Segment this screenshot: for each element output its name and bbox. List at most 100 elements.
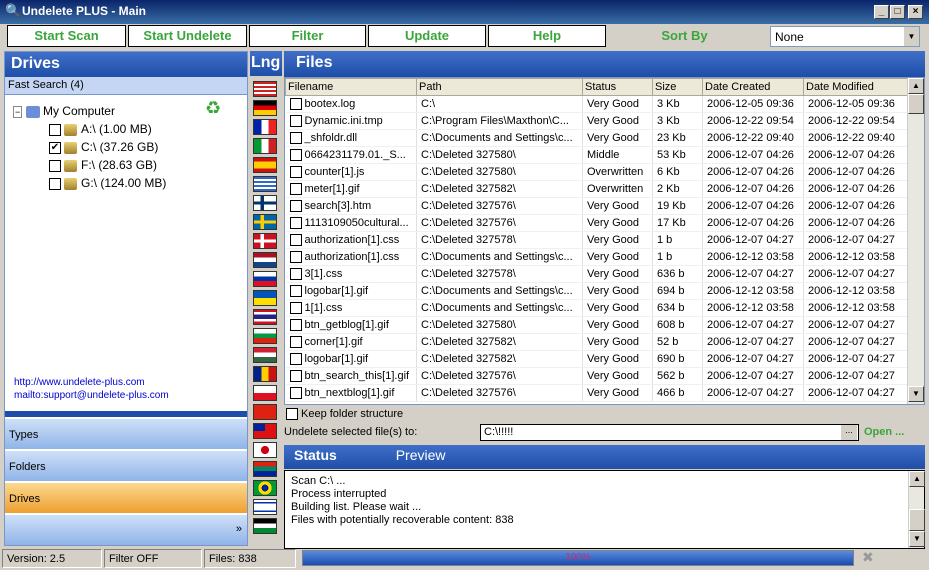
- table-row[interactable]: 1[1].css C:\Documents and Settings\c... Ve…: [285, 299, 908, 317]
- table-row[interactable]: btn_search_this[1].gif C:\Deleted 327576\…: [285, 367, 908, 385]
- flag-jo-icon[interactable]: [253, 518, 277, 534]
- table-row[interactable]: authorization[1].css C:\Deleted 327578\ Ve…: [285, 231, 908, 249]
- scroll-thumb[interactable]: [909, 509, 925, 531]
- start-scan-button[interactable]: Start Scan: [7, 25, 126, 47]
- flag-fr-icon[interactable]: [253, 119, 277, 135]
- table-row[interactable]: bootex.log C:\ Very Good 3 Kb 2006-12-05 09:…: [285, 95, 908, 113]
- scroll-up-icon[interactable]: ▲: [909, 471, 925, 487]
- table-row[interactable]: counter[1].js C:\Deleted 327580\ Overwritt…: [285, 163, 908, 181]
- flag-jp-icon[interactable]: [253, 442, 277, 458]
- tab-status[interactable]: Status: [294, 447, 337, 463]
- table-row[interactable]: btn_nextblog[1].gif C:\Deleted 327576\ Ver…: [285, 384, 908, 402]
- flag-it-icon[interactable]: [253, 138, 277, 154]
- table-row[interactable]: 3[1].css C:\Deleted 327578\ Very Good 636 b…: [285, 265, 908, 283]
- file-checkbox[interactable]: [289, 183, 302, 196]
- drive-item-g[interactable]: G:\ (124.00 MB): [49, 176, 166, 190]
- status-scrollbar[interactable]: ▲ ▼: [908, 471, 925, 548]
- sort-by-select[interactable]: None ▼: [770, 26, 920, 47]
- email-link[interactable]: mailto:support@undelete-plus.com: [14, 390, 169, 401]
- flag-se-icon[interactable]: [253, 214, 277, 230]
- scroll-up-icon[interactable]: ▲: [908, 78, 924, 94]
- table-row[interactable]: authorization[1].css C:\Documents and Set…: [285, 248, 908, 266]
- scroll-thumb[interactable]: [908, 94, 924, 114]
- drive-item-c[interactable]: ✔ C:\ (37.26 GB): [49, 140, 158, 154]
- scroll-down-icon[interactable]: ▼: [909, 531, 925, 547]
- file-checkbox[interactable]: [289, 234, 302, 247]
- flag-br-icon[interactable]: [253, 480, 277, 496]
- tree-root[interactable]: − My Computer: [13, 104, 115, 118]
- tab-preview[interactable]: Preview: [396, 447, 446, 463]
- flag-hu-icon[interactable]: [253, 347, 277, 363]
- flag-th-icon[interactable]: [253, 309, 277, 325]
- table-row[interactable]: _shfoldr.dll C:\Documents and Settings\c.…: [285, 129, 908, 147]
- file-checkbox[interactable]: [289, 115, 302, 128]
- drive-item-a[interactable]: A:\ (1.00 MB): [49, 122, 152, 136]
- column-header[interactable]: Date Modified: [803, 78, 908, 96]
- table-row[interactable]: corner[1].gif C:\Deleted 327582\ Very Good…: [285, 333, 908, 351]
- file-checkbox[interactable]: [289, 200, 302, 213]
- flag-es-icon[interactable]: [253, 157, 277, 173]
- column-header[interactable]: Status: [582, 78, 653, 96]
- table-row[interactable]: search[3].htm C:\Deleted 327576\ Very Good…: [285, 197, 908, 215]
- column-header[interactable]: Date Created: [702, 78, 804, 96]
- refresh-icon[interactable]: ♻: [205, 98, 221, 119]
- undelete-to-input[interactable]: C:\!!!!! ...: [480, 424, 859, 441]
- close-button[interactable]: ×: [908, 5, 923, 19]
- column-header[interactable]: Filename: [285, 78, 417, 96]
- file-checkbox[interactable]: [289, 132, 302, 145]
- flag-nl-icon[interactable]: [253, 252, 277, 268]
- scroll-down-icon[interactable]: ▼: [908, 386, 924, 402]
- update-button[interactable]: Update: [368, 25, 486, 47]
- flag-gr-icon[interactable]: [253, 176, 277, 192]
- files-scrollbar[interactable]: ▲ ▼: [907, 78, 924, 404]
- flag-fi-icon[interactable]: [253, 195, 277, 211]
- chevron-down-icon[interactable]: ▼: [904, 27, 919, 46]
- cancel-icon[interactable]: ✖: [862, 549, 874, 566]
- website-link[interactable]: http://www.undelete-plus.com: [14, 377, 145, 388]
- file-checkbox[interactable]: [289, 302, 302, 315]
- file-checkbox[interactable]: [289, 251, 302, 264]
- file-checkbox[interactable]: [289, 149, 302, 162]
- drive-checkbox[interactable]: ✔: [49, 141, 61, 154]
- flag-ua-icon[interactable]: [253, 290, 277, 306]
- table-row[interactable]: meter[1].gif C:\Deleted 327582\ Overwritte…: [285, 180, 908, 198]
- drive-item-f[interactable]: F:\ (28.63 GB): [49, 158, 157, 172]
- nav-more[interactable]: »: [5, 514, 247, 545]
- file-checkbox[interactable]: [289, 336, 302, 349]
- table-row[interactable]: 1113109050cultural... C:\Deleted 327576\ V…: [285, 214, 908, 232]
- drive-checkbox[interactable]: [49, 159, 61, 172]
- table-row[interactable]: logobar[1].gif C:\Deleted 327582\ Very Goo…: [285, 350, 908, 368]
- drive-checkbox[interactable]: [49, 123, 61, 136]
- more-icon[interactable]: »: [236, 523, 242, 535]
- file-checkbox[interactable]: [289, 370, 302, 383]
- nav-drives[interactable]: Drives: [5, 482, 247, 513]
- file-checkbox[interactable]: [289, 166, 302, 179]
- keep-folder-checkbox[interactable]: [286, 408, 298, 421]
- flag-il-icon[interactable]: [253, 499, 277, 515]
- filter-button[interactable]: Filter: [249, 25, 366, 47]
- flag-bg-icon[interactable]: [253, 328, 277, 344]
- start-undelete-button[interactable]: Start Undelete: [128, 25, 247, 47]
- file-checkbox[interactable]: [289, 217, 302, 230]
- table-row[interactable]: Dynamic.ini.tmp C:\Program Files\Maxthon\…: [285, 112, 908, 130]
- column-header[interactable]: Size: [652, 78, 703, 96]
- file-checkbox[interactable]: [289, 387, 302, 400]
- keep-folder-option[interactable]: Keep folder structure: [284, 405, 925, 423]
- drive-checkbox[interactable]: [49, 177, 61, 190]
- flag-pl-icon[interactable]: [253, 385, 277, 401]
- file-checkbox[interactable]: [289, 285, 302, 298]
- minimize-button[interactable]: _: [874, 5, 889, 19]
- flag-za-icon[interactable]: [253, 461, 277, 477]
- flag-de-icon[interactable]: [253, 100, 277, 116]
- file-checkbox[interactable]: [289, 353, 302, 366]
- collapse-icon[interactable]: −: [13, 106, 23, 118]
- browse-button[interactable]: ...: [841, 425, 857, 440]
- flag-ro-icon[interactable]: [253, 366, 277, 382]
- flag-tw-icon[interactable]: [253, 423, 277, 439]
- file-checkbox[interactable]: [289, 268, 302, 281]
- flag-ru-icon[interactable]: [253, 271, 277, 287]
- table-row[interactable]: logobar[1].gif C:\Documents and Settings\…: [285, 282, 908, 300]
- table-row[interactable]: btn_getblog[1].gif C:\Deleted 327580\ Very…: [285, 316, 908, 334]
- file-checkbox[interactable]: [289, 319, 302, 332]
- table-row[interactable]: 0664231179.01._S... C:\Deleted 327580\ Mid…: [285, 146, 908, 164]
